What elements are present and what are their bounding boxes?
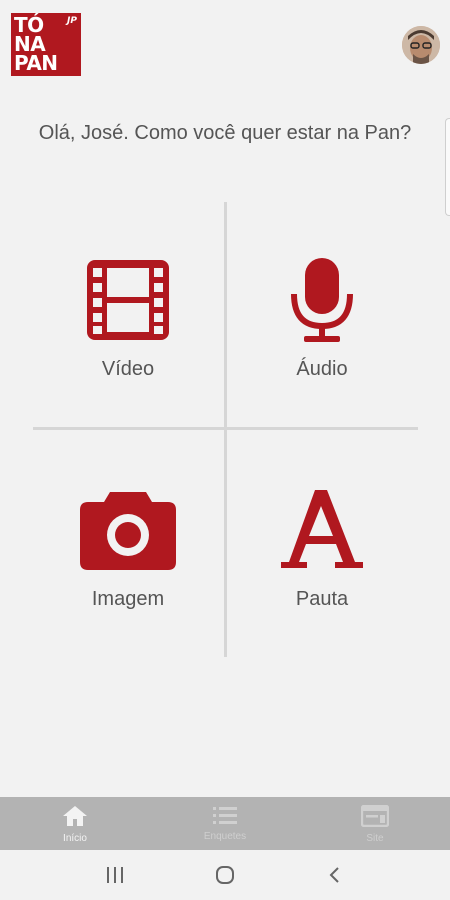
video-label: Vídeo [101,358,155,380]
logo-badge: JP [67,16,77,26]
bottom-navigation: Início Enquetes Site [0,797,450,850]
audio-label: Áudio [296,358,348,380]
pauta-label: Pauta [295,588,349,610]
letter-a-icon [267,480,377,580]
nav-label-site: Site [366,833,384,844]
system-navigation-bar [0,850,450,900]
nav-label-enquetes: Enquetes [203,831,247,842]
image-label: Imagem [91,588,165,610]
app-logo[interactable]: JP TÓ NA PAN [11,13,81,76]
pauta-option[interactable]: Pauta [227,480,417,680]
logo-line-3: PAN [14,51,58,75]
greeting-text: Olá, José. Como você quer estar na Pan? [38,122,412,144]
home-button[interactable] [205,855,245,895]
audio-option[interactable]: Áudio [227,250,417,450]
avatar-photo-icon [402,26,440,64]
nav-item-inicio[interactable]: Início [0,797,150,850]
back-chevron-icon [329,867,339,883]
nav-label-inicio: Início [63,833,87,844]
home-icon [63,806,87,826]
browser-icon [361,805,389,827]
recent-apps-button[interactable] [95,855,135,895]
nav-item-site[interactable]: Site [300,797,450,850]
app-header: JP TÓ NA PAN [0,0,450,90]
image-option[interactable]: Imagem [33,480,223,680]
home-circle-icon [216,866,234,884]
film-icon [73,250,183,350]
user-avatar[interactable] [402,26,440,64]
video-option[interactable]: Vídeo [33,250,223,450]
back-button[interactable] [315,855,355,895]
nav-item-enquetes[interactable]: Enquetes [150,797,300,850]
camera-icon [73,480,183,580]
list-icon [213,807,237,824]
microphone-icon [267,250,377,350]
options-grid: Vídeo Áudio Imagem Pauta [0,200,450,660]
recent-apps-icon [107,867,123,883]
